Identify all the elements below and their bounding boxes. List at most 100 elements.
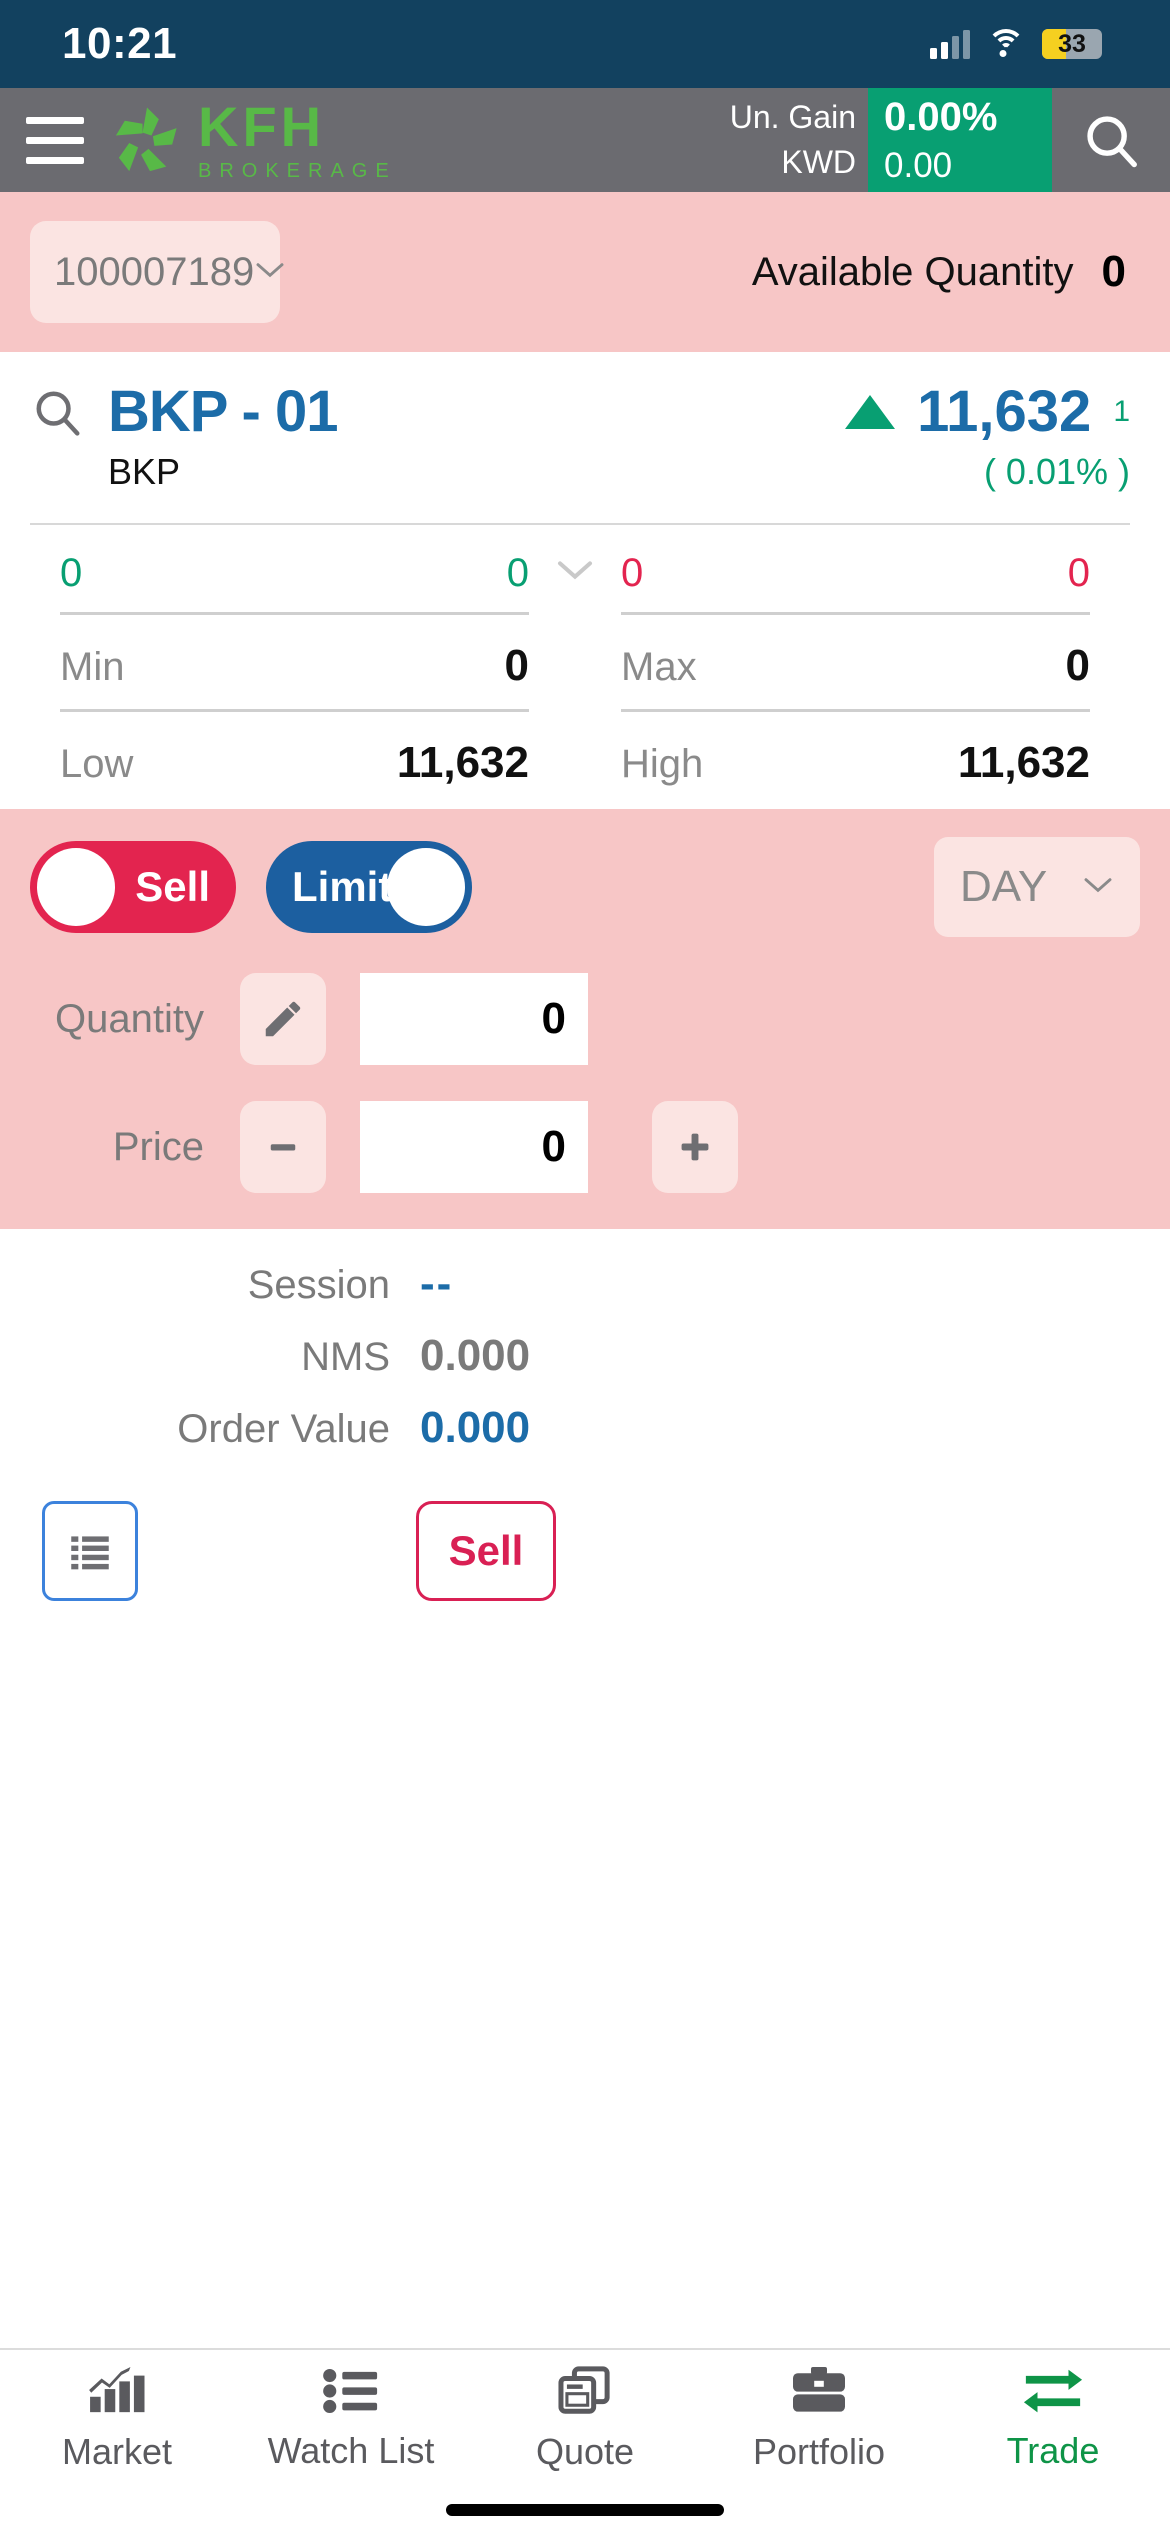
summary-label: Session: [247, 1263, 390, 1307]
available-quantity-label: Available Quantity: [751, 249, 1074, 294]
summary-label: NMS: [301, 1335, 390, 1379]
plus-icon[interactable]: [652, 1101, 738, 1193]
stat-row-min-max: Min 0 Max 0: [30, 615, 1130, 712]
stat-label: Low: [60, 742, 134, 786]
order-type-toggle-limit[interactable]: Limit: [266, 841, 472, 933]
summary-row-session: Session --: [0, 1259, 1170, 1309]
tab-label: Quote: [535, 2430, 635, 2472]
price-block: 11,632 1: [845, 378, 1130, 445]
gain-percent: 0.00%: [884, 94, 998, 139]
briefcase-icon: [789, 2366, 849, 2421]
book-expand-icon[interactable]: [529, 558, 621, 582]
last-price: 11,632: [917, 379, 1092, 444]
summary-row-nms: NMS 0.000: [0, 1331, 1170, 1381]
tab-trade[interactable]: Trade: [936, 2367, 1170, 2472]
price-change: 1: [1113, 394, 1130, 428]
tab-label: Trade: [1006, 2429, 1100, 2471]
minus-icon[interactable]: [240, 1101, 326, 1193]
stat-high: High 11,632: [621, 712, 1090, 809]
tab-label: Portfolio: [752, 2430, 886, 2472]
battery-icon: 33: [1042, 29, 1102, 59]
list-bullet-icon: [322, 2367, 380, 2420]
stat-label: Max: [621, 645, 697, 689]
gain-label: Un. Gain: [729, 99, 856, 135]
symbol-search-icon[interactable]: [30, 385, 108, 439]
quote-subheader-row: BKP ( 0.01% ): [30, 451, 1130, 493]
quote-panel: BKP - 01 11,632 1 BKP ( 0.01% ) 0 0 0 0 …: [0, 352, 1170, 809]
submit-sell-button[interactable]: Sell: [416, 1501, 556, 1601]
ask-column[interactable]: 0 0: [621, 525, 1090, 615]
tab-portfolio[interactable]: Portfolio: [702, 2366, 936, 2473]
change-percent: ( 0.01% ): [983, 451, 1130, 492]
price-field-row: Price 0: [30, 1101, 1140, 1193]
search-icon[interactable]: [1052, 88, 1170, 192]
bid-price: 0: [506, 551, 529, 595]
validity-value: DAY: [960, 862, 1048, 911]
app-screen: 10:21 33 KFH BROKERAGE Un. Gain KWD 0.00…: [0, 0, 1170, 2532]
toggle-knob: [37, 848, 115, 926]
pencil-icon[interactable]: [240, 973, 326, 1065]
order-entry-form: Sell Limit DAY Quantity 0 Price 0: [0, 809, 1170, 1229]
kfh-logo-icon: [110, 103, 184, 177]
stat-label: Min: [60, 645, 125, 689]
stat-low: Low 11,632: [60, 712, 529, 809]
stat-value: 11,632: [396, 738, 529, 787]
validity-selector[interactable]: DAY: [934, 837, 1140, 937]
order-controls-row: Sell Limit DAY: [30, 837, 1140, 937]
account-selector[interactable]: 100007189: [30, 221, 284, 323]
status-bar-time: 10:21: [62, 19, 178, 68]
tab-watch-list[interactable]: Watch List: [234, 2367, 468, 2472]
bid-quantity: 0: [60, 551, 83, 595]
currency-label: KWD: [781, 144, 856, 180]
unrealized-gain-block: Un. Gain KWD 0.00% 0.00: [730, 88, 1052, 192]
tab-quote[interactable]: Quote: [468, 2365, 702, 2473]
battery-level: 33: [1058, 29, 1086, 58]
summary-value: 0.000: [420, 1331, 531, 1380]
price-label: Price: [112, 1124, 204, 1169]
home-indicator: [0, 2488, 1170, 2532]
tab-market[interactable]: Market: [0, 2366, 234, 2473]
quote-cards-icon: [557, 2365, 613, 2421]
order-type-toggle-label: Limit: [292, 863, 393, 910]
summary-row-order-value: Order Value 0.000: [0, 1403, 1170, 1453]
order-actions: Sell: [0, 1475, 1170, 1601]
price-input[interactable]: 0: [360, 1101, 588, 1193]
summary-value: --: [420, 1259, 454, 1308]
available-quantity: Available Quantity 0: [752, 247, 1126, 297]
chevron-down-icon: [1082, 875, 1114, 900]
order-summary: Session -- NMS 0.000 Order Value 0.000 S…: [0, 1229, 1170, 1601]
chevron-down-icon: [254, 260, 286, 285]
hamburger-menu-icon[interactable]: [0, 88, 110, 192]
bid-column[interactable]: 0 0: [60, 525, 529, 615]
app-header: KFH BROKERAGE Un. Gain KWD 0.00% 0.00: [0, 88, 1170, 192]
side-toggle-label: Sell: [135, 863, 210, 910]
stat-label: High: [621, 742, 704, 786]
symbol-name[interactable]: BKP - 01: [108, 378, 338, 445]
account-number: 100007189: [54, 249, 255, 294]
gain-labels: Un. Gain KWD: [730, 88, 868, 192]
cellular-signal-icon: [930, 29, 970, 59]
gain-amount: 0.00: [884, 145, 953, 185]
company-name: BKP: [108, 451, 181, 492]
quote-header-row: BKP - 01 11,632 1: [30, 378, 1130, 445]
gain-values: 0.00% 0.00: [868, 88, 1052, 192]
exchange-arrows-icon: [1022, 2367, 1084, 2420]
stat-value: 0: [504, 641, 529, 690]
summary-label: Order Value: [177, 1407, 390, 1451]
tab-label: Market: [61, 2430, 173, 2472]
status-bar-icons: 33: [930, 29, 1102, 59]
order-book-row: 0 0 0 0: [30, 525, 1130, 615]
summary-value: 0.000: [420, 1403, 531, 1452]
ask-quantity: 0: [1067, 551, 1090, 595]
quantity-input[interactable]: 0: [360, 973, 588, 1065]
bottom-navigation: Market Watch List Quote Portfolio Trade: [0, 2348, 1170, 2488]
side-toggle-sell[interactable]: Sell: [30, 841, 236, 933]
triangle-up-icon: [845, 394, 896, 429]
quantity-label: Quantity: [55, 996, 204, 1041]
stat-row-low-high: Low 11,632 High 11,632: [30, 712, 1130, 809]
list-icon[interactable]: [42, 1501, 138, 1601]
bar-chart-icon: [86, 2366, 148, 2421]
content-spacer: [0, 1601, 1170, 2348]
status-bar: 10:21 33: [0, 0, 1170, 88]
tab-label: Watch List: [267, 2429, 435, 2471]
